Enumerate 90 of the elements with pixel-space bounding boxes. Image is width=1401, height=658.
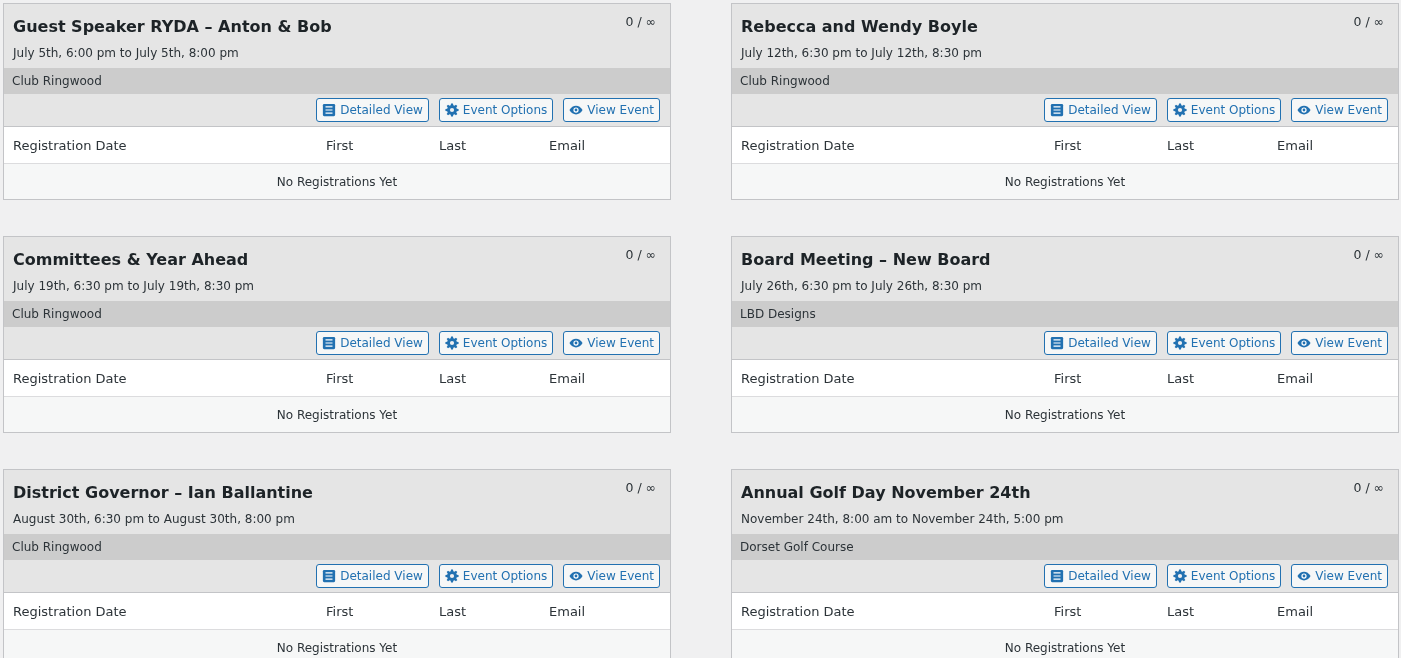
registration-count: 0 / ∞ <box>625 479 656 497</box>
eye-icon <box>569 336 584 350</box>
settings-icon <box>1172 103 1187 117</box>
column-header: Email <box>1277 137 1315 153</box>
action-button[interactable]: Detailed View <box>1044 564 1157 588</box>
list-icon <box>322 103 337 117</box>
settings-icon <box>1172 336 1187 350</box>
event-venue: Club Ringwood <box>12 74 102 88</box>
empty-message: No Registrations Yet <box>1004 174 1126 189</box>
action-button[interactable]: View Event <box>563 98 660 122</box>
empty-message: No Registrations Yet <box>276 640 398 655</box>
eye-icon <box>1297 103 1312 117</box>
settings-icon <box>1172 569 1187 583</box>
column-header: Registration Date <box>741 137 856 153</box>
eye-icon <box>569 103 584 117</box>
empty-message: No Registrations Yet <box>1004 407 1126 422</box>
registration-count: 0 / ∞ <box>625 246 656 264</box>
column-header: Email <box>549 603 587 619</box>
event-venue: Club Ringwood <box>740 74 830 88</box>
registration-count: 0 / ∞ <box>625 13 656 31</box>
column-header: Email <box>1277 370 1315 386</box>
column-header: First <box>326 370 355 386</box>
action-button[interactable]: Event Options <box>1166 331 1282 355</box>
eye-icon <box>1297 336 1312 350</box>
event-title: Annual Golf Day November 24th <box>741 482 1031 504</box>
empty-message: No Registrations Yet <box>276 407 398 422</box>
column-header: Email <box>549 137 587 153</box>
column-header: Registration Date <box>741 370 856 386</box>
action-button[interactable]: Detailed View <box>316 564 429 588</box>
list-icon <box>322 569 337 583</box>
registration-count: 0 / ∞ <box>1353 13 1384 31</box>
list-icon <box>322 336 337 350</box>
event-dates: July 5th, 6:00 pm to July 5th, 8:00 pm <box>13 45 240 62</box>
column-header: Last <box>1167 137 1196 153</box>
action-button[interactable]: Event Options <box>438 331 554 355</box>
event-dates: July 12th, 6:30 pm to July 12th, 8:30 pm <box>741 45 984 62</box>
action-button[interactable]: Event Options <box>438 98 554 122</box>
event-title: Rebecca and Wendy Boyle <box>741 16 978 38</box>
registration-count: 0 / ∞ <box>1353 479 1384 497</box>
event-title: Committees & Year Ahead <box>13 249 249 271</box>
column-header: First <box>326 603 355 619</box>
action-button[interactable]: View Event <box>563 331 660 355</box>
column-header: Registration Date <box>13 137 128 153</box>
column-header: Registration Date <box>13 603 128 619</box>
column-header: First <box>1054 370 1083 386</box>
action-button[interactable]: View Event <box>563 564 660 588</box>
column-header: Registration Date <box>741 603 856 619</box>
event-venue: Dorset Golf Course <box>740 540 854 554</box>
column-header: Registration Date <box>13 370 128 386</box>
column-header: Last <box>439 603 468 619</box>
action-button[interactable]: Event Options <box>1166 98 1282 122</box>
action-button[interactable]: Detailed View <box>316 331 429 355</box>
action-button[interactable]: View Event <box>1291 98 1388 122</box>
event-venue: LBD Designs <box>740 307 816 321</box>
empty-message: No Registrations Yet <box>276 174 398 189</box>
empty-message: No Registrations Yet <box>1004 640 1126 655</box>
settings-icon <box>444 103 459 117</box>
action-button[interactable]: Detailed View <box>1044 331 1157 355</box>
registration-count: 0 / ∞ <box>1353 246 1384 264</box>
event-title: District Governor – Ian Ballantine <box>13 482 313 504</box>
column-header: Last <box>1167 370 1196 386</box>
settings-icon <box>444 336 459 350</box>
action-button[interactable]: View Event <box>1291 564 1388 588</box>
event-dates: July 19th, 6:30 pm to July 19th, 8:30 pm <box>13 278 256 295</box>
column-header: Last <box>1167 603 1196 619</box>
action-button[interactable]: Event Options <box>1166 564 1282 588</box>
column-header: Last <box>439 370 468 386</box>
eye-icon <box>569 569 584 583</box>
event-dates: July 26th, 6:30 pm to July 26th, 8:30 pm <box>741 278 984 295</box>
event-title: Board Meeting – New Board <box>741 249 991 271</box>
column-header: First <box>1054 603 1083 619</box>
column-header: Email <box>1277 603 1315 619</box>
settings-icon <box>444 569 459 583</box>
column-header: Last <box>439 137 468 153</box>
column-header: Email <box>549 370 587 386</box>
event-dates: August 30th, 6:30 pm to August 30th, 8:00 pm <box>13 511 296 528</box>
eye-icon <box>1297 569 1312 583</box>
column-header: First <box>1054 137 1083 153</box>
list-icon <box>1050 103 1065 117</box>
list-icon <box>1050 336 1065 350</box>
event-venue: Club Ringwood <box>12 540 102 554</box>
event-title: Guest Speaker RYDA – Anton & Bob <box>13 16 332 38</box>
action-button[interactable]: Detailed View <box>1044 98 1157 122</box>
event-dates: November 24th, 8:00 am to November 24th, 5:00 pm <box>741 511 1065 528</box>
action-button[interactable]: Detailed View <box>316 98 429 122</box>
list-icon <box>1050 569 1065 583</box>
column-header: First <box>326 137 355 153</box>
event-venue: Club Ringwood <box>12 307 102 321</box>
action-button[interactable]: Event Options <box>438 564 554 588</box>
action-button[interactable]: View Event <box>1291 331 1388 355</box>
